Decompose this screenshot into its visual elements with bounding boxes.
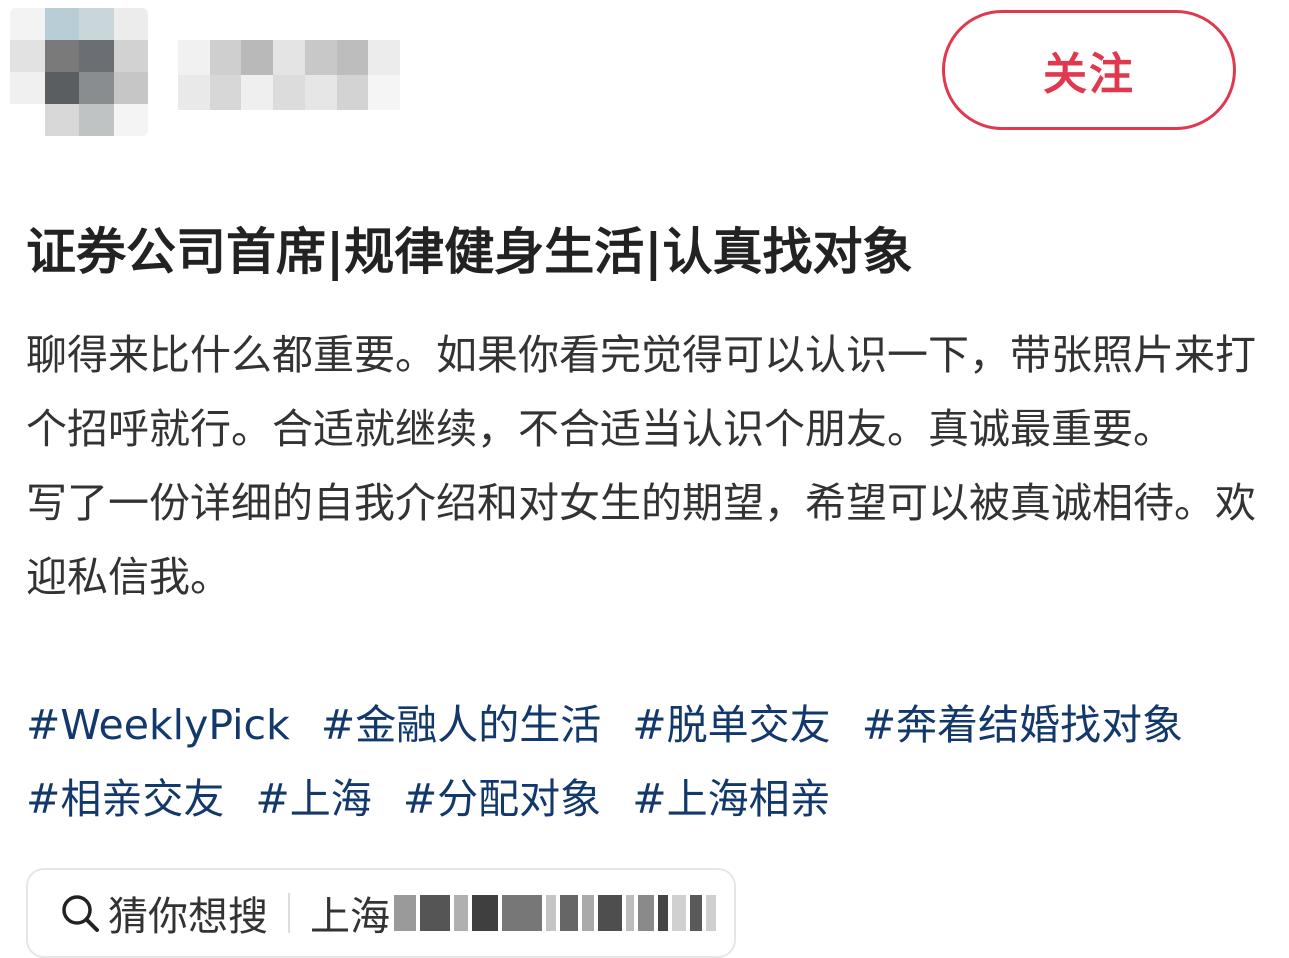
search-suggestion-bar[interactable]: 猜你想搜 上海 bbox=[26, 868, 736, 958]
post-paragraph: 聊得来比什么都重要。如果你看完觉得可以认识一下，带张照片来打个招呼就行。合适就继… bbox=[26, 331, 1256, 453]
avatar[interactable] bbox=[10, 8, 148, 136]
follow-button[interactable]: 关注 bbox=[942, 10, 1236, 130]
divider bbox=[288, 893, 290, 933]
hashtag[interactable]: #上海 bbox=[255, 775, 371, 823]
search-icon bbox=[62, 895, 99, 932]
hashtag[interactable]: #脱单交友 bbox=[632, 701, 830, 749]
hashtag[interactable]: #WeeklyPick bbox=[26, 701, 290, 749]
hashtag[interactable]: #上海相亲 bbox=[632, 775, 830, 823]
post-body: 聊得来比什么都重要。如果你看完觉得可以认识一下，带张照片来打个招呼就行。合适就继… bbox=[26, 318, 1256, 614]
hashtag[interactable]: #奔着结婚找对象 bbox=[862, 701, 1183, 749]
post-title: 证券公司首席|规律健身生活|认真找对象 bbox=[26, 223, 913, 281]
post-paragraph: 写了一份详细的自我介绍和对女生的期望，希望可以被真诚相待。欢迎私信我。 bbox=[26, 479, 1256, 601]
hashtag-list: #WeeklyPick #金融人的生活 #脱单交友 #奔着结婚找对象 #相亲交友… bbox=[26, 688, 1266, 836]
search-query: 上海 bbox=[310, 894, 390, 940]
hashtag[interactable]: #相亲交友 bbox=[26, 775, 224, 823]
search-label: 猜你想搜 bbox=[108, 894, 268, 940]
post-header: 关注 bbox=[0, 0, 1289, 160]
hashtag[interactable]: #分配对象 bbox=[403, 775, 601, 823]
redacted-text bbox=[394, 893, 720, 933]
username[interactable] bbox=[178, 40, 400, 110]
hashtag[interactable]: #金融人的生活 bbox=[321, 701, 601, 749]
